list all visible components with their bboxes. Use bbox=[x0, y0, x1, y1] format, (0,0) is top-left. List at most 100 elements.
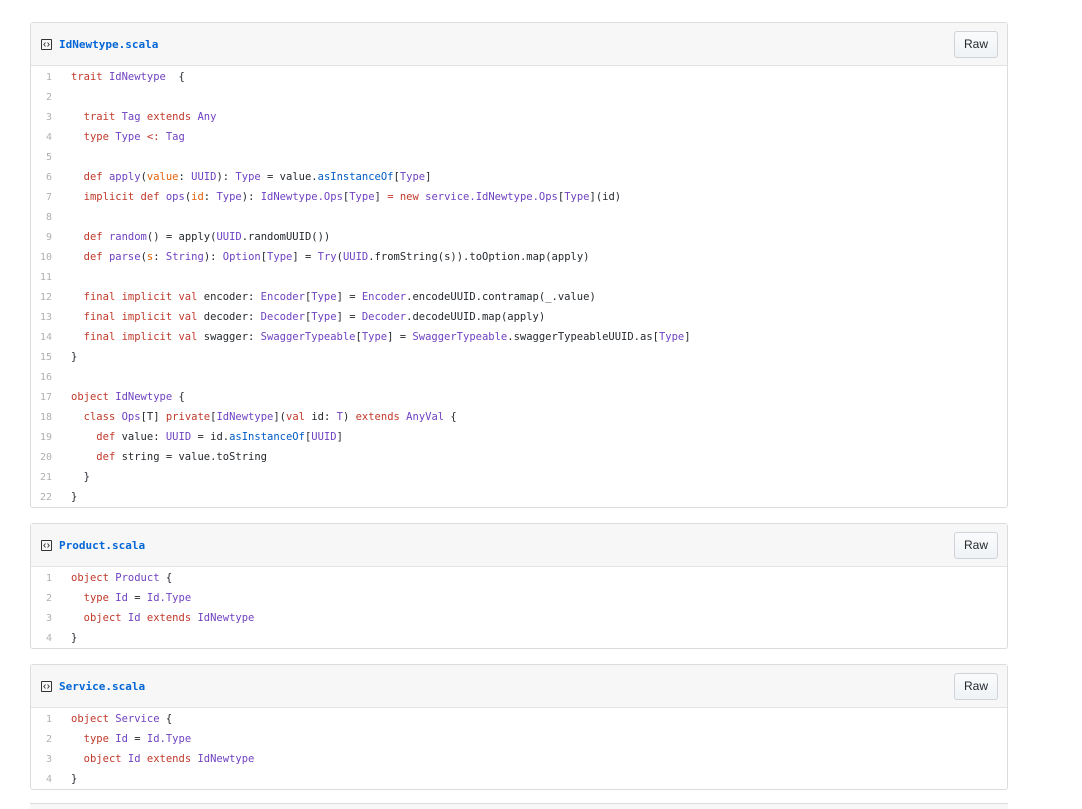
code-line: 7 implicit def ops(id: Type): IdNewtype.… bbox=[31, 187, 1007, 207]
line-number[interactable]: 21 bbox=[31, 472, 71, 483]
code-line: 2 type Id = Id.Type bbox=[31, 729, 1007, 749]
file-name-link[interactable]: Product.scala bbox=[59, 539, 145, 552]
file-title: Service.scala bbox=[41, 680, 145, 693]
line-source: def apply(value: UUID): Type = value.asI… bbox=[83, 171, 432, 183]
line-number[interactable]: 16 bbox=[31, 372, 71, 383]
line-number[interactable]: 3 bbox=[31, 613, 71, 624]
line-source: def parse(s: String): Option[Type] = Try… bbox=[83, 251, 590, 263]
code-file-icon bbox=[41, 539, 52, 551]
code-line: 3 object Id extends IdNewtype bbox=[31, 608, 1007, 628]
code-line: 18 class Ops[T] private[IdNewtype](val i… bbox=[31, 407, 1007, 427]
gist-header: Service.scala Raw bbox=[31, 665, 1007, 708]
line-number[interactable]: 6 bbox=[31, 172, 71, 183]
code-line: 2 bbox=[31, 87, 1007, 107]
line-source: } bbox=[71, 471, 90, 483]
file-name-link[interactable]: IdNewtype.scala bbox=[59, 38, 158, 51]
code-line: 17 object IdNewtype { bbox=[31, 387, 1007, 407]
line-number[interactable]: 4 bbox=[31, 633, 71, 644]
gist-service: Service.scala Raw 1 object Service {2 typ… bbox=[30, 664, 1008, 790]
code-file-icon bbox=[41, 680, 52, 692]
line-number[interactable]: 13 bbox=[31, 312, 71, 323]
file-name-link[interactable]: Service.scala bbox=[59, 680, 145, 693]
line-source: def string = value.toString bbox=[96, 451, 267, 463]
line-source: class Ops[T] private[IdNewtype](val id: … bbox=[83, 411, 457, 423]
gist-idnewtype: IdNewtype.scala Raw 1 trait IdNewtype {2 3… bbox=[30, 22, 1008, 508]
code-line: 9 def random() = apply(UUID.randomUUID()… bbox=[31, 227, 1007, 247]
raw-button[interactable]: Raw bbox=[953, 30, 998, 58]
code-file-icon bbox=[41, 38, 52, 50]
line-number[interactable]: 3 bbox=[31, 112, 71, 123]
line-number[interactable]: 19 bbox=[31, 432, 71, 443]
line-number[interactable]: 10 bbox=[31, 252, 71, 263]
line-source: def random() = apply(UUID.randomUUID()) bbox=[83, 231, 331, 243]
line-source: final implicit val swagger: SwaggerTypea… bbox=[83, 331, 691, 343]
line-number[interactable]: 18 bbox=[31, 412, 71, 423]
line-source: type Id = Id.Type bbox=[83, 733, 192, 745]
code-line: 5 bbox=[31, 147, 1007, 167]
line-source: } bbox=[71, 491, 78, 503]
line-source: type Id = Id.Type bbox=[83, 592, 192, 604]
code-line: 2 type Id = Id.Type bbox=[31, 588, 1007, 608]
line-source: } bbox=[71, 351, 78, 363]
line-source: trait Tag extends Any bbox=[83, 111, 217, 123]
line-number[interactable]: 1 bbox=[31, 573, 71, 584]
code-line: 12 final implicit val encoder: Encoder[T… bbox=[31, 287, 1007, 307]
line-source: final implicit val encoder: Encoder[Type… bbox=[83, 291, 596, 303]
gist-product: Product.scala Raw 1 object Product {2 typ… bbox=[30, 523, 1008, 649]
line-number[interactable]: 8 bbox=[31, 212, 71, 223]
gist-header: Product.scala Raw bbox=[31, 524, 1007, 567]
line-source: type Type <: Tag bbox=[83, 131, 185, 143]
line-number[interactable]: 7 bbox=[31, 192, 71, 203]
code-block: 1 object Product {2 type Id = Id.Type 3 ob… bbox=[31, 567, 1007, 648]
code-line: 1 object Service { bbox=[31, 709, 1007, 729]
code-line: 14 final implicit val swagger: SwaggerTy… bbox=[31, 327, 1007, 347]
code-line: 13 final implicit val decoder: Decoder[T… bbox=[31, 307, 1007, 327]
line-source: def value: UUID = id.asInstanceOf[UUID] bbox=[96, 431, 343, 443]
line-number[interactable]: 4 bbox=[31, 774, 71, 785]
line-source: trait IdNewtype { bbox=[71, 71, 185, 83]
line-source: } bbox=[71, 632, 78, 644]
line-number[interactable]: 17 bbox=[31, 392, 71, 403]
line-number[interactable]: 11 bbox=[31, 272, 71, 283]
code-line: 10 def parse(s: String): Option[Type] = … bbox=[31, 247, 1007, 267]
line-number[interactable]: 2 bbox=[31, 92, 71, 103]
line-number[interactable]: 15 bbox=[31, 352, 71, 363]
line-source: final implicit val decoder: Decoder[Type… bbox=[83, 311, 546, 323]
code-line: 22} bbox=[31, 487, 1007, 507]
code-block: 1 trait IdNewtype {2 3 trait Tag extends A… bbox=[31, 66, 1007, 507]
code-line: 3 object Id extends IdNewtype bbox=[31, 749, 1007, 769]
file-title: IdNewtype.scala bbox=[41, 38, 158, 51]
raw-button[interactable]: Raw bbox=[953, 672, 998, 700]
file-title: Product.scala bbox=[41, 539, 145, 552]
code-line: 1 object Product { bbox=[31, 568, 1007, 588]
line-source: object Id extends IdNewtype bbox=[83, 753, 255, 765]
line-number[interactable]: 22 bbox=[31, 492, 71, 503]
raw-button[interactable]: Raw bbox=[953, 531, 998, 559]
line-number[interactable]: 1 bbox=[31, 72, 71, 83]
line-number[interactable]: 20 bbox=[31, 452, 71, 463]
code-line: 4} bbox=[31, 628, 1007, 648]
line-source: object Product { bbox=[71, 572, 173, 584]
code-line: 20 def string = value.toString bbox=[31, 447, 1007, 467]
line-source: } bbox=[71, 773, 78, 785]
line-source: object Id extends IdNewtype bbox=[83, 612, 255, 624]
code-line: 15} bbox=[31, 347, 1007, 367]
line-number[interactable]: 2 bbox=[31, 734, 71, 745]
code-line: 19 def value: UUID = id.asInstanceOf[UUI… bbox=[31, 427, 1007, 447]
line-number[interactable]: 4 bbox=[31, 132, 71, 143]
line-source: implicit def ops(id: Type): IdNewtype.Op… bbox=[83, 191, 622, 203]
line-number[interactable]: 14 bbox=[31, 332, 71, 343]
code-line: 11 bbox=[31, 267, 1007, 287]
line-number[interactable]: 12 bbox=[31, 292, 71, 303]
code-line: 6 def apply(value: UUID): Type = value.a… bbox=[31, 167, 1007, 187]
line-source: object IdNewtype { bbox=[71, 391, 185, 403]
line-number[interactable]: 1 bbox=[31, 714, 71, 725]
code-line: 1 trait IdNewtype { bbox=[31, 67, 1007, 87]
line-number[interactable]: 5 bbox=[31, 152, 71, 163]
line-number[interactable]: 3 bbox=[31, 754, 71, 765]
code-line: 16 bbox=[31, 367, 1007, 387]
gist-header: IdNewtype.scala Raw bbox=[31, 23, 1007, 66]
line-number[interactable]: 9 bbox=[31, 232, 71, 243]
code-line: 3 trait Tag extends Any bbox=[31, 107, 1007, 127]
line-number[interactable]: 2 bbox=[31, 593, 71, 604]
